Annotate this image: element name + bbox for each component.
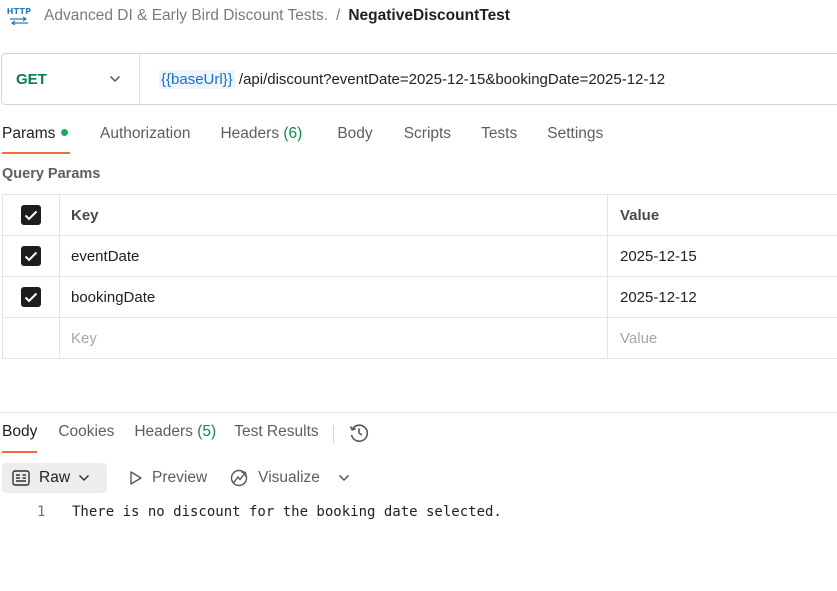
visualize-chevron-down-icon[interactable] — [338, 474, 350, 482]
url-bar: GET {{baseUrl}} /api/discount?eventDate=… — [1, 53, 837, 105]
response-body-text: There is no discount for the booking dat… — [72, 504, 502, 520]
select-all-checkbox[interactable] — [21, 205, 41, 225]
table-header-row: Key Value — [2, 194, 837, 236]
response-headers-count: (5) — [197, 423, 217, 440]
preview-button[interactable]: Preview — [129, 469, 207, 487]
line-number: 1 — [37, 504, 46, 520]
headers-count: (6) — [283, 125, 303, 142]
tab-authorization[interactable]: Authorization — [100, 122, 190, 154]
raw-format-icon — [12, 470, 30, 486]
request-name[interactable]: NegativeDiscountTest — [348, 7, 510, 25]
base-url-variable[interactable]: {{baseUrl}} — [159, 69, 235, 89]
response-tab-cookies[interactable]: Cookies — [58, 421, 114, 441]
select-all-cell — [2, 194, 60, 236]
response-tab-test-results[interactable]: Test Results — [234, 421, 318, 441]
param-value-cell[interactable]: 2025-12-15 — [607, 235, 837, 277]
key-column-header: Key — [59, 194, 608, 236]
request-tabs: Params Authorization Headers (6) Body Sc… — [2, 122, 603, 154]
history-icon[interactable] — [348, 422, 370, 448]
method-dropdown[interactable]: GET — [2, 54, 140, 104]
breadcrumb: HTTP Advanced DI & Early Bird Discount T… — [6, 4, 510, 28]
request-response-divider[interactable] — [0, 412, 837, 413]
new-key-input[interactable]: Key — [59, 317, 608, 359]
chevron-down-icon — [109, 75, 121, 83]
tab-headers[interactable]: Headers (6) — [220, 122, 302, 154]
param-checkbox[interactable] — [21, 246, 41, 266]
table-row: eventDate 2025-12-15 — [2, 235, 837, 277]
table-row: bookingDate 2025-12-12 — [2, 276, 837, 318]
param-key-cell[interactable]: eventDate — [59, 235, 608, 277]
play-icon — [130, 471, 142, 485]
new-value-input[interactable]: Value — [607, 317, 837, 359]
chevron-down-icon — [78, 474, 99, 482]
param-value-cell[interactable]: 2025-12-12 — [607, 276, 837, 318]
query-params-table: Key Value eventDate 2025-12-15 bookingDa… — [2, 194, 837, 359]
breadcrumb-collection-link[interactable]: Advanced DI & Early Bird Discount Tests. — [44, 7, 328, 25]
params-active-dot — [61, 129, 69, 137]
tab-scripts[interactable]: Scripts — [404, 122, 451, 154]
format-label: Raw — [39, 469, 71, 486]
tab-params[interactable]: Params — [2, 122, 70, 154]
visualize-icon — [230, 469, 248, 487]
response-toolbar: Raw Preview Visualize — [2, 463, 350, 493]
tab-separator — [332, 425, 334, 443]
format-dropdown[interactable]: Raw — [2, 463, 108, 493]
response-tabs: Body Cookies Headers (5) Test Results — [2, 421, 370, 453]
new-param-row: Key Value — [2, 317, 837, 359]
param-checkbox[interactable] — [21, 287, 41, 307]
response-tab-body[interactable]: Body — [2, 421, 38, 453]
param-key-cell[interactable]: bookingDate — [59, 276, 608, 318]
tab-settings[interactable]: Settings — [547, 122, 603, 154]
response-body-line: 1 There is no discount for the booking d… — [37, 504, 502, 520]
response-tab-headers[interactable]: Headers (5) — [134, 421, 216, 441]
http-request-icon: HTTP — [6, 5, 32, 27]
method-label: GET — [16, 70, 47, 88]
query-params-title: Query Params — [2, 166, 101, 182]
visualize-button[interactable]: Visualize — [229, 468, 320, 488]
tab-tests[interactable]: Tests — [481, 122, 517, 154]
tab-body[interactable]: Body — [337, 122, 372, 154]
url-path: /api/discount?eventDate=2025-12-15&booki… — [238, 70, 666, 88]
breadcrumb-separator: / — [336, 7, 341, 24]
url-input[interactable]: {{baseUrl}} /api/discount?eventDate=2025… — [140, 69, 666, 89]
value-column-header: Value — [607, 194, 837, 236]
